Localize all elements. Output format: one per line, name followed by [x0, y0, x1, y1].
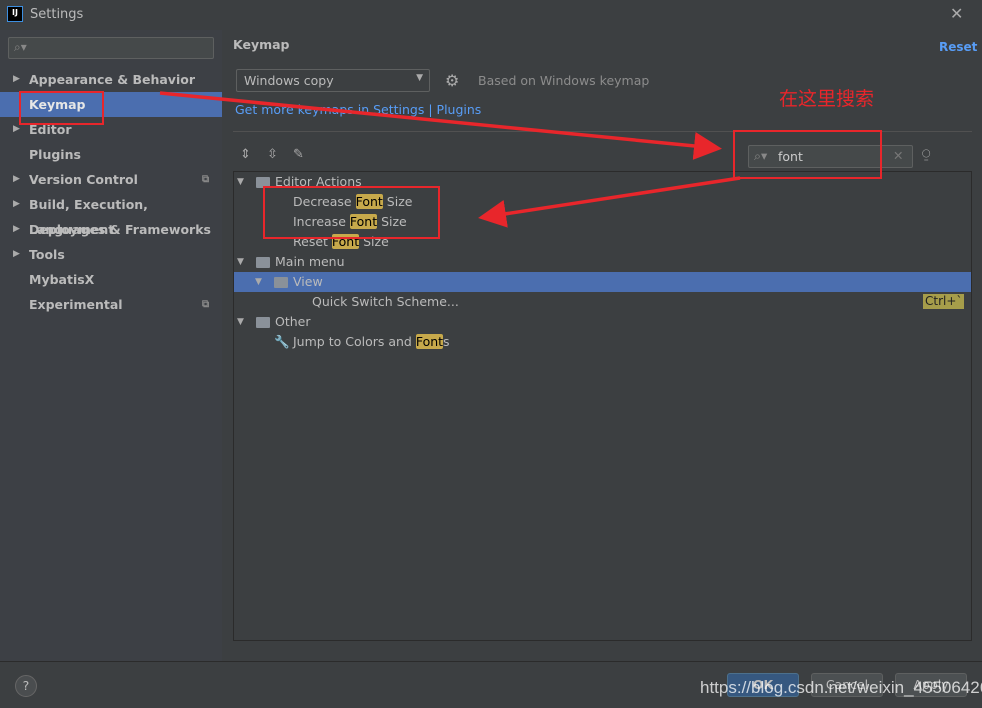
arrow-to-results — [478, 176, 741, 228]
annotation-note: 在这里搜索 — [779, 88, 875, 110]
highlight-box-keymap — [19, 91, 104, 125]
highlight-box-results — [263, 186, 440, 239]
arrow-to-search — [159, 91, 722, 160]
highlight-box-search — [733, 130, 882, 179]
